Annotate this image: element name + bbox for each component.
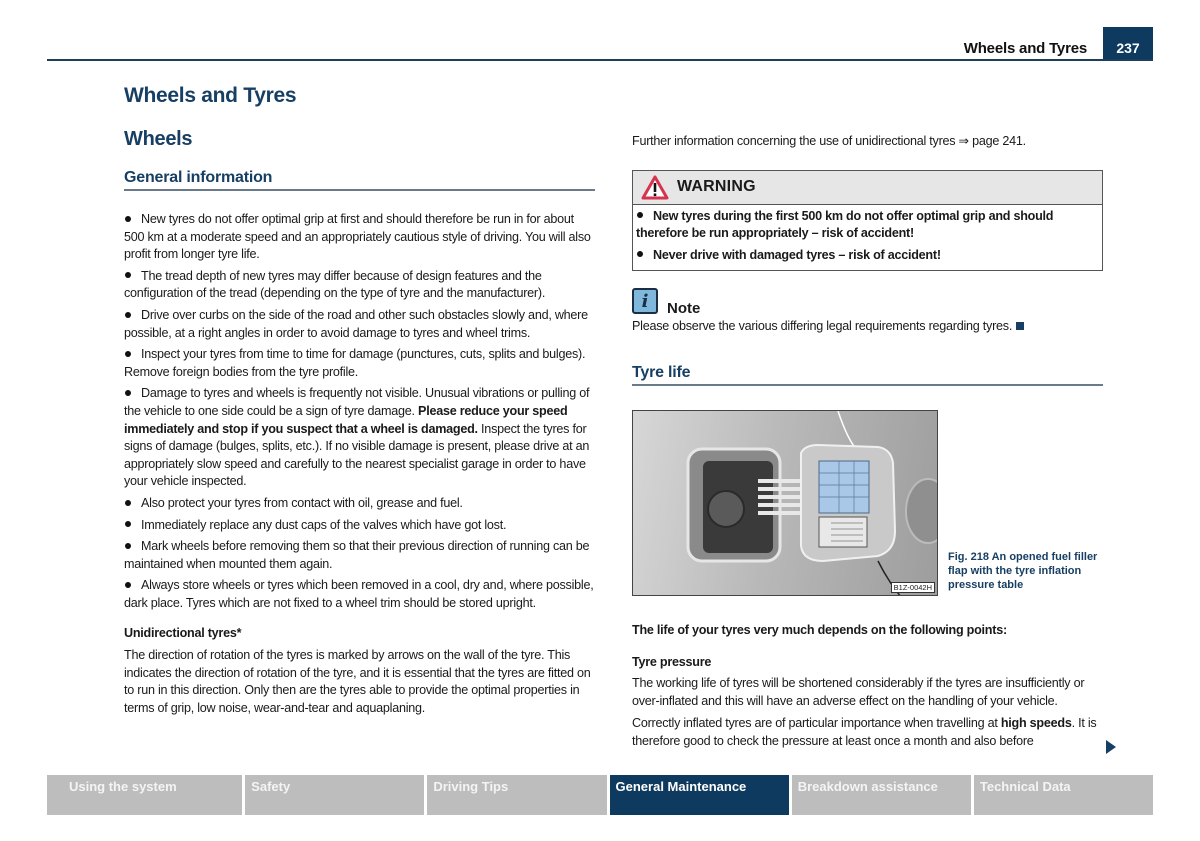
warning-item: Never drive with damaged tyres – risk of… [636,247,1099,265]
right-column: Further information concerning the use o… [632,133,1103,751]
header-rule [47,59,1153,61]
unidirectional-heading: Unidirectional tyres* [124,626,242,641]
figure-code: B1Z-0042H [890,581,935,593]
tab-breakdown-assistance[interactable]: Breakdown assistance [791,775,971,815]
continue-arrow-icon [1106,740,1116,754]
list-item: Drive over curbs on the side of the road… [124,307,588,340]
list-item: Mark wheels before removing them so that… [124,539,590,571]
list-item: The tread depth of new tyres may differ … [124,268,546,301]
bullet-icon [125,215,131,222]
fuel-flap-drawing [686,410,937,595]
warning-box: WARNING New tyres during the first 500 k… [632,169,1103,272]
bullet-icon [125,311,131,318]
subsection-title-tyre-life: Tyre life [632,364,1103,386]
bullet-icon [125,499,131,506]
list-item: Damage to tyres and wheels is frequently… [124,386,590,489]
list-item: Inspect your tyres from time to time for… [124,347,586,379]
running-title: Wheels and Tyres [963,40,1087,57]
tab-using-the-system[interactable]: Using the system [47,775,243,815]
note-text-paragraph: Please observe the various differing leg… [632,318,1103,336]
figure-caption: Fig. 218 An opened fuel filler flap with… [948,550,1098,591]
bullet-icon [125,521,131,528]
chapter-nav: Using the system Safety Driving Tips Gen… [47,775,1154,815]
high-speeds-paragraph: Correctly inflated tyres are of particul… [632,716,1097,748]
chapter-title: Wheels and Tyres [124,84,297,107]
info-icon: i [632,288,658,315]
list-item: Immediately replace any dust caps of the… [124,517,595,535]
warning-item: New tyres during the first 500 km do not… [636,208,1054,241]
fuel-filler-flap-illustration: B1Z-0042H [632,409,938,596]
warning-list: New tyres during the first 500 km do not… [633,205,1102,271]
warning-triangle-icon [641,175,669,200]
bullet-icon [125,272,131,279]
tyre-life-intro: The life of your tyres very much depends… [632,622,1007,637]
bullet-icon [637,251,643,258]
bullet-icon [637,212,643,219]
note-header: i Note [632,288,1103,318]
section-title: Wheels [124,128,193,150]
bullet-icon [125,350,131,357]
tab-technical-data[interactable]: Technical Data [973,775,1154,815]
warning-header: WARNING [633,170,1102,205]
bullet-icon [125,542,131,549]
bullet-icon [125,581,131,588]
unidirectional-text: The direction of rotation of the tyres i… [124,648,591,715]
subsection-title-general-information: General information [124,169,595,191]
tyre-pressure-text: The working life of tyres will be shorte… [632,676,1085,708]
list-item: Also protect your tyres from contact wit… [124,495,595,513]
bullet-icon [125,390,131,397]
warning-title: WARNING [677,178,756,196]
figure-218: B1Z-0042H Fig. 218 An opened fuel filler… [632,409,1103,596]
list-item: New tyres do not offer optimal grip at f… [124,212,591,262]
page-number: 237 [1103,27,1153,60]
general-info-list: New tyres do not offer optimal grip at f… [124,211,595,612]
tab-driving-tips[interactable]: Driving Tips [427,775,607,815]
note-text: Please observe the various differing leg… [632,319,1013,334]
further-info-text: Further information concerning the use o… [632,134,1026,148]
left-column: Wheels and Tyres Wheels General informat… [124,84,595,717]
section-end-icon [1016,322,1025,331]
note-title: Note [667,300,701,318]
emphasis-text: high speeds [1000,716,1072,731]
tab-general-maintenance[interactable]: General Maintenance [609,775,789,815]
tyre-pressure-heading: Tyre pressure [632,654,712,669]
list-item: Always store wheels or tyres which been … [124,578,594,610]
tab-safety[interactable]: Safety [245,775,425,815]
